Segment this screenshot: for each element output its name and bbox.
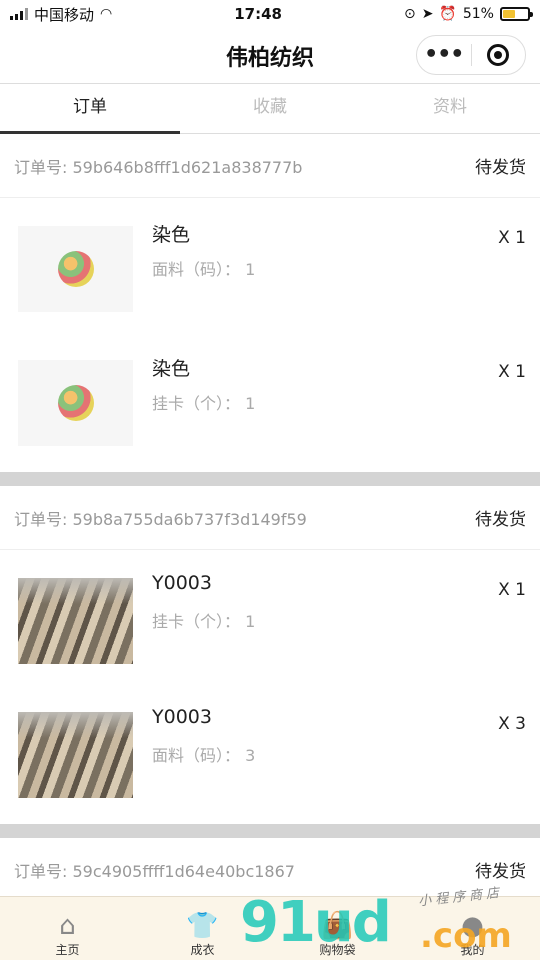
tab-favorites[interactable]: 收藏 — [180, 84, 360, 133]
bottom-navigation: ⌂ 主页 👕 成衣 👜 购物袋 ● 我的 — [0, 896, 540, 960]
status-bar: 中国移动 ◠ 17:48 ⊙ ➤ ⏰ 51% — [0, 0, 540, 28]
order-header: 订单号: 59b8a755da6b737f3d149f59 待发货 — [0, 486, 540, 550]
order-item[interactable]: 染色 面料（码）： 1 X 1 — [0, 198, 540, 332]
more-icon[interactable]: ••• — [417, 35, 471, 75]
page-title: 伟柏纺织 — [225, 45, 314, 71]
order-card[interactable]: 订单号: 59c4905ffff1d64e40bc1867 待发货 — [0, 838, 540, 902]
order-status: 待发货 — [475, 158, 526, 178]
order-header: 订单号: 59c4905ffff1d64e40bc1867 待发货 — [0, 838, 540, 902]
product-name: 染色 — [152, 224, 191, 246]
nav-garments[interactable]: 👕 成衣 — [135, 897, 270, 960]
nav-label: 主页 — [55, 943, 80, 957]
order-status: 待发货 — [475, 510, 526, 530]
carrier-name: 中国移动 — [34, 5, 95, 24]
order-list: 订单号: 59b646b8fff1d621a838777b 待发货 染色 面料（… — [0, 134, 540, 902]
product-quantity: X 1 — [498, 580, 526, 600]
title-bar: 伟柏纺织 ••• — [0, 28, 540, 84]
location-icon: ➤ — [421, 6, 434, 22]
user-icon: ● — [461, 911, 484, 941]
fabric-photo — [18, 578, 133, 664]
nav-label: 成衣 — [190, 943, 215, 957]
product-name: 染色 — [152, 358, 191, 380]
product-logo-image — [57, 251, 94, 287]
product-spec: 面料（码）： 1 — [152, 260, 256, 279]
product-quantity: X 1 — [498, 228, 526, 248]
section-divider — [0, 472, 540, 486]
product-spec: 挂卡（个）： 1 — [152, 612, 256, 631]
tab-bar: 订单 收藏 资料 — [0, 84, 540, 134]
product-quantity: X 3 — [498, 714, 526, 734]
tab-orders[interactable]: 订单 — [0, 84, 180, 134]
shirt-icon: 👕 — [186, 911, 219, 941]
home-icon: ⌂ — [59, 911, 76, 941]
product-spec: 挂卡（个）： 1 — [152, 394, 256, 413]
lock-rotation-icon: ⊙ — [403, 6, 416, 22]
product-thumbnail — [18, 360, 133, 446]
miniprogram-capsule: ••• — [416, 35, 526, 75]
order-number: 订单号: 59c4905ffff1d64e40bc1867 — [14, 861, 295, 881]
close-miniprogram-button[interactable] — [472, 44, 526, 66]
order-card[interactable]: 订单号: 59b646b8fff1d621a838777b 待发货 染色 面料（… — [0, 134, 540, 486]
status-left: 中国移动 ◠ — [10, 4, 112, 25]
product-spec: 面料（码）： 3 — [152, 746, 256, 765]
product-quantity: X 1 — [498, 362, 526, 382]
nav-me[interactable]: ● 我的 — [405, 897, 540, 960]
section-divider — [0, 824, 540, 838]
signal-icon — [10, 8, 28, 20]
order-number: 订单号: 59b646b8fff1d621a838777b — [14, 157, 303, 177]
battery-percent: 51% — [462, 6, 494, 22]
tab-profile[interactable]: 资料 — [360, 84, 540, 133]
product-thumbnail — [18, 578, 133, 664]
nav-shopping-bag[interactable]: 👜 购物袋 — [270, 897, 405, 960]
battery-icon — [499, 7, 533, 21]
product-thumbnail — [18, 712, 133, 798]
product-name: Y0003 — [152, 706, 212, 728]
status-right: ⊙ ➤ ⏰ 51% — [403, 6, 533, 22]
wifi-icon: ◠ — [100, 6, 113, 22]
order-number: 订单号: 59b8a755da6b737f3d149f59 — [14, 509, 307, 529]
alarm-icon: ⏰ — [439, 6, 457, 22]
target-icon — [487, 44, 510, 66]
nav-label: 我的 — [460, 943, 485, 957]
order-item[interactable]: Y0003 面料（码）： 3 X 3 — [0, 684, 540, 818]
order-item[interactable]: 染色 挂卡（个）： 1 X 1 — [0, 332, 540, 466]
product-logo-image — [57, 385, 94, 421]
nav-label: 购物袋 — [319, 943, 356, 957]
status-time: 17:48 — [234, 5, 282, 23]
bag-icon: 👜 — [321, 911, 354, 941]
product-thumbnail — [18, 226, 133, 312]
order-status: 待发货 — [475, 862, 526, 882]
order-card[interactable]: 订单号: 59b8a755da6b737f3d149f59 待发货 Y0003 … — [0, 486, 540, 838]
order-item[interactable]: Y0003 挂卡（个）： 1 X 1 — [0, 550, 540, 684]
fabric-photo — [18, 712, 133, 798]
product-name: Y0003 — [152, 572, 212, 594]
order-header: 订单号: 59b646b8fff1d621a838777b 待发货 — [0, 134, 540, 198]
nav-home[interactable]: ⌂ 主页 — [0, 897, 135, 960]
